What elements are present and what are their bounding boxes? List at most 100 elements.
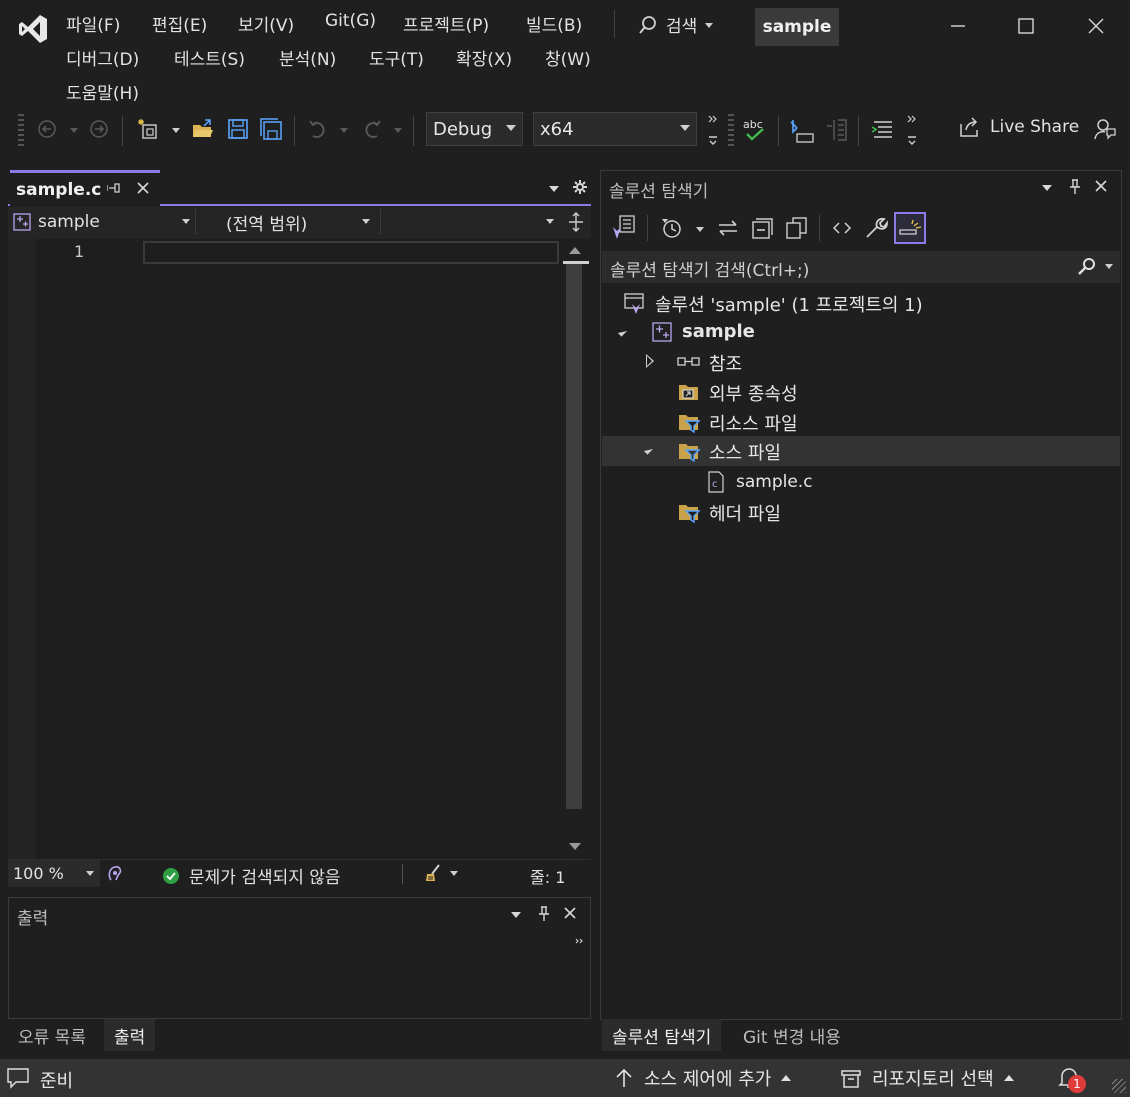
tab-sample-c[interactable]: sample.c: [10, 170, 160, 206]
toolbar-grip[interactable]: [18, 114, 24, 146]
menu-file[interactable]: 파일(F): [66, 11, 120, 36]
expanded-arrow-icon[interactable]: [643, 445, 654, 455]
tree-source-files-node[interactable]: 소스 파일: [602, 436, 1120, 466]
search-box[interactable]: 검색: [638, 12, 714, 37]
menu-extensions[interactable]: 확장(X): [456, 45, 512, 70]
pin-panel-icon[interactable]: [1067, 178, 1083, 196]
tree-source-file-sample-c[interactable]: c sample.c: [602, 468, 1120, 498]
show-all-files-icon[interactable]: [783, 215, 809, 241]
comment-lines-icon[interactable]: [870, 116, 896, 144]
split-editor-icon[interactable]: [566, 211, 586, 233]
close-panel-icon[interactable]: [1092, 177, 1110, 195]
view-code-icon[interactable]: [829, 215, 855, 241]
platform-select[interactable]: x64: [533, 112, 697, 146]
menu-edit[interactable]: 편집(E): [152, 11, 207, 36]
tab-output[interactable]: 출력: [104, 1019, 156, 1051]
code-editor[interactable]: [8, 239, 561, 859]
save-all-icon[interactable]: [258, 116, 284, 142]
project-scope-select[interactable]: sample: [12, 207, 192, 237]
search-icon[interactable]: [1076, 256, 1098, 278]
issues-indicator[interactable]: 문제가 검색되지 않음: [162, 863, 341, 888]
resize-grip-icon[interactable]: [1112, 1079, 1126, 1093]
global-scope-select[interactable]: (전역 범위): [226, 207, 376, 237]
redo-dropdown-icon[interactable]: [394, 128, 402, 133]
tree-header-files-node[interactable]: 헤더 파일: [602, 497, 1120, 527]
menu-test[interactable]: 테스트(S): [174, 45, 245, 70]
tree-references-node[interactable]: 참조: [602, 347, 1120, 377]
tree-external-deps-node[interactable]: 외부 종속성: [602, 377, 1120, 407]
navigate-back-dropdown-icon[interactable]: [70, 128, 78, 133]
output-overflow-icon[interactable]: [574, 936, 586, 946]
preview-selected-items-icon[interactable]: [894, 212, 926, 244]
pending-changes-filter-icon[interactable]: [659, 215, 685, 241]
menu-window[interactable]: 창(W): [545, 45, 591, 70]
toggle-breakpoint-icon[interactable]: [824, 116, 850, 144]
menu-view[interactable]: 보기(V): [238, 11, 294, 36]
settings-gear-icon[interactable]: [571, 178, 589, 196]
tab-git-changes[interactable]: Git 변경 내용: [733, 1019, 851, 1051]
zoom-select[interactable]: 100 %: [8, 860, 100, 887]
solution-explorer-search[interactable]: 솔루션 탐색기 검색(Ctrl+;): [602, 251, 1120, 283]
close-window-button[interactable]: [1078, 8, 1114, 44]
menu-debug[interactable]: 디버그(D): [66, 45, 139, 70]
close-tab-icon[interactable]: [134, 179, 152, 197]
open-folder-icon[interactable]: [190, 116, 216, 142]
toolbar-overflow-icon[interactable]: [904, 112, 920, 148]
chevron-up-icon: [1003, 1075, 1014, 1081]
expanded-arrow-icon[interactable]: [617, 327, 628, 337]
redo-icon[interactable]: [360, 117, 384, 141]
project-scope-value: sample: [38, 212, 100, 232]
feedback-person-icon[interactable]: [1092, 116, 1118, 142]
new-project-dropdown-icon[interactable]: [172, 128, 180, 133]
toolbar-grip[interactable]: [728, 114, 734, 146]
save-icon[interactable]: [225, 116, 251, 142]
properties-wrench-icon[interactable]: [863, 215, 889, 241]
toolbar-overflow-icon[interactable]: [705, 112, 721, 148]
maximize-button[interactable]: [1008, 8, 1044, 44]
filter-dropdown-icon[interactable]: [696, 227, 704, 232]
minimize-button[interactable]: [940, 8, 976, 44]
output-message-icon[interactable]: [6, 1067, 30, 1089]
intellicode-icon[interactable]: [104, 862, 126, 884]
menu-analyze[interactable]: 분석(N): [279, 45, 336, 70]
scroll-down-icon[interactable]: [569, 843, 581, 850]
new-project-icon[interactable]: [136, 116, 162, 142]
output-options-dropdown-icon[interactable]: [511, 912, 521, 918]
menu-git[interactable]: Git(G): [325, 11, 376, 31]
menu-build[interactable]: 빌드(B): [526, 11, 582, 36]
tree-resource-files-node[interactable]: 리소스 파일: [602, 407, 1120, 437]
add-to-source-control-button[interactable]: 소스 제어에 추가: [614, 1065, 792, 1091]
navigate-forward-icon[interactable]: [88, 118, 110, 140]
code-cleanup-icon[interactable]: [422, 862, 444, 884]
menu-project[interactable]: 프로젝트(P): [403, 11, 489, 36]
switch-views-icon[interactable]: [611, 213, 637, 241]
select-repository-button[interactable]: 리포지토리 선택: [840, 1065, 1014, 1091]
scrollbar-thumb[interactable]: [566, 264, 582, 809]
sync-with-active-document-icon[interactable]: [715, 215, 741, 241]
configuration-select[interactable]: Debug: [426, 112, 523, 146]
live-share-button[interactable]: Live Share: [958, 116, 1079, 138]
se-options-dropdown-icon[interactable]: [1042, 185, 1052, 191]
undo-dropdown-icon[interactable]: [340, 128, 348, 133]
spell-check-icon[interactable]: abc: [742, 116, 768, 144]
tab-title: sample.c: [16, 179, 102, 200]
tab-list-dropdown-icon[interactable]: [549, 186, 559, 192]
tree-project-node[interactable]: sample: [602, 318, 1120, 348]
tree-solution-node[interactable]: 솔루션 'sample' (1 프로젝트의 1): [602, 288, 1120, 318]
step-into-icon[interactable]: [789, 116, 815, 144]
member-select[interactable]: [384, 207, 562, 237]
undo-icon[interactable]: [306, 117, 330, 141]
menu-help[interactable]: 도움말(H): [66, 79, 139, 104]
tab-error-list[interactable]: 오류 목록: [8, 1019, 96, 1051]
close-panel-icon[interactable]: [561, 904, 579, 922]
pin-tab-icon[interactable]: [106, 180, 122, 196]
code-cleanup-dropdown-icon[interactable]: [450, 871, 458, 876]
tab-solution-explorer[interactable]: 솔루션 탐색기: [602, 1019, 722, 1051]
menu-tools[interactable]: 도구(T): [369, 45, 424, 70]
search-options-dropdown-icon[interactable]: [1105, 264, 1113, 269]
collapse-all-icon[interactable]: [749, 215, 775, 241]
scroll-up-icon[interactable]: [569, 247, 581, 254]
pin-panel-icon[interactable]: [536, 905, 552, 923]
navigate-back-icon[interactable]: [36, 118, 58, 140]
line-indicator[interactable]: 줄: 1: [530, 864, 565, 888]
